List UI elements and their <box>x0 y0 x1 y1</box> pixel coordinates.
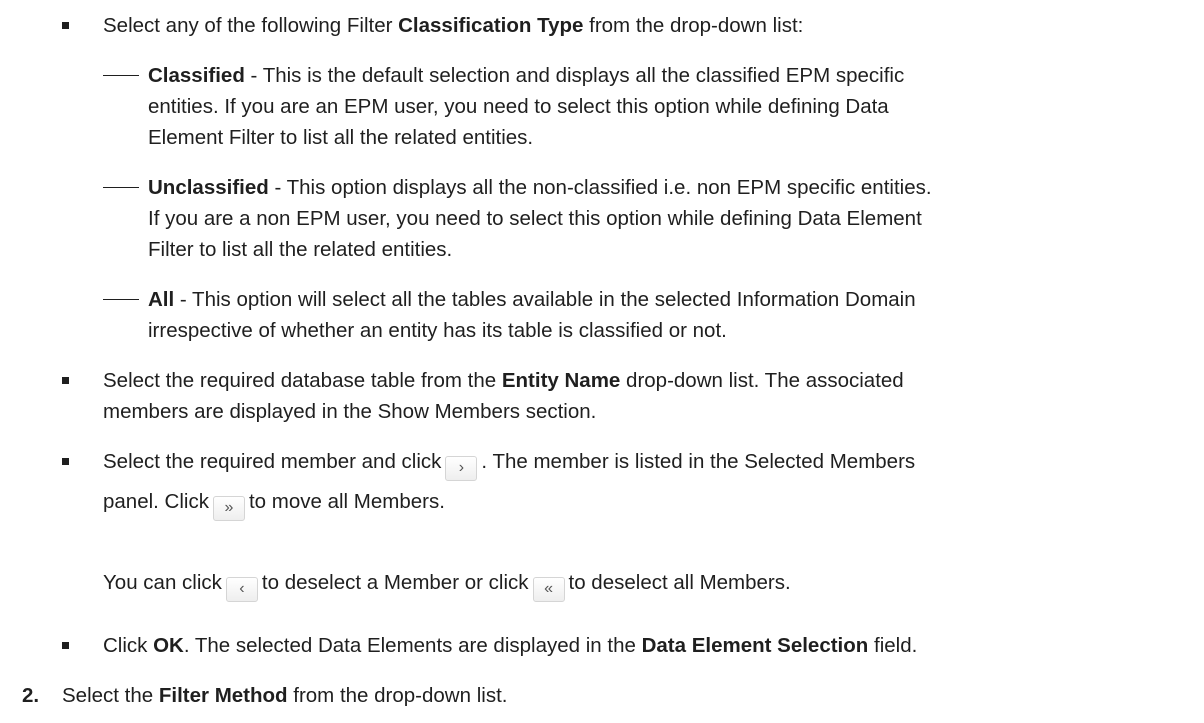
text-span: Select the required database table from … <box>103 369 502 392</box>
deselect-one-button[interactable]: ‹ <box>225 577 258 602</box>
deselect-all-button[interactable]: « <box>532 577 565 602</box>
bullet-ok-text: Click OK. The selected Data Elements are… <box>103 630 1198 661</box>
text-line: Select the required database table from … <box>103 365 1198 396</box>
text-line: If you are a non EPM user, you need to s… <box>148 207 922 230</box>
bold-term-all: All <box>148 288 175 311</box>
text-line: irrespective of whether an entity has it… <box>148 319 727 342</box>
bullet-marker <box>62 22 69 29</box>
bullet-entity-name-text: Select the required database table from … <box>103 365 1198 427</box>
text-span: to move all Members. <box>248 490 445 513</box>
text-span: field. <box>868 634 918 657</box>
text-line: Filter to list all the related entities. <box>148 238 453 261</box>
sub-item-all-text: All - This option will select all the ta… <box>148 284 1204 346</box>
text-span: You can click <box>103 571 222 594</box>
paragraph-deselect: You can click ‹ to deselect a Member or cl… <box>103 567 1198 602</box>
dash-marker <box>103 187 139 188</box>
text-span: from the drop-down list. <box>287 684 508 707</box>
text-line: panel. Click» to move all Members. <box>103 486 1198 521</box>
text-span: Select any of the following Filter <box>103 14 399 37</box>
bold-term-data-element-selection: Data Element Selection <box>641 634 869 657</box>
bullet-marker <box>62 458 69 465</box>
sub-item-unclassified-text: Unclassified - This option displays all … <box>148 172 1204 265</box>
sub-item-classified-text: Classified - This is the default selecti… <box>148 60 1204 153</box>
text-line: Classified - This is the default selecti… <box>148 60 1204 91</box>
text-span: to deselect a Member or click <box>261 571 529 594</box>
bold-term-ok: OK <box>153 634 184 657</box>
text-line: Select the required member and click ›. T… <box>103 446 1198 481</box>
text-line: entities. If you are an EPM user, you ne… <box>148 95 889 118</box>
text-span: drop-down list. The associated <box>620 369 904 392</box>
text-span: Select the <box>62 684 159 707</box>
bullet-select-member-text: Select the required member and click ›. T… <box>103 446 1198 521</box>
text-span: to deselect all Members. <box>568 571 791 594</box>
bullet-classification-text: Select any of the following Filter Class… <box>103 10 1198 41</box>
text-span: panel. Click <box>103 490 209 513</box>
text-span: Select the required member and click <box>103 450 442 473</box>
bold-term-entity-name: Entity Name <box>501 369 621 392</box>
text-line: All - This option will select all the ta… <box>148 284 1204 315</box>
bold-term-filter-method: Filter Method <box>158 684 288 707</box>
text-span: - This option will select all the tables… <box>174 288 916 311</box>
dash-marker <box>103 299 139 300</box>
move-selected-button[interactable]: › <box>445 456 478 481</box>
bold-term-classification-type: Classification Type <box>398 14 584 37</box>
step-number: 2. <box>22 684 40 707</box>
text-span: . The selected Data Elements are display… <box>183 634 642 657</box>
bold-term-unclassified: Unclassified <box>148 176 269 199</box>
bullet-marker <box>62 642 69 649</box>
text-span: - This is the default selection and disp… <box>244 64 905 87</box>
text-line: members are displayed in the Show Member… <box>103 400 597 423</box>
bullet-marker <box>62 377 69 384</box>
text-span: . The member is listed in the Selected M… <box>481 450 916 473</box>
text-span: Click <box>103 634 154 657</box>
move-all-button[interactable]: » <box>212 496 245 521</box>
dash-marker <box>103 75 139 76</box>
text-span: from the drop-down list: <box>583 14 804 37</box>
step-2-text: Select the Filter Method from the drop-d… <box>62 680 1202 711</box>
text-line: Element Filter to list all the related e… <box>148 126 534 149</box>
text-line: Unclassified - This option displays all … <box>148 172 1204 203</box>
bold-term-classified: Classified <box>148 64 245 87</box>
text-span: - This option displays all the non-class… <box>268 176 932 199</box>
